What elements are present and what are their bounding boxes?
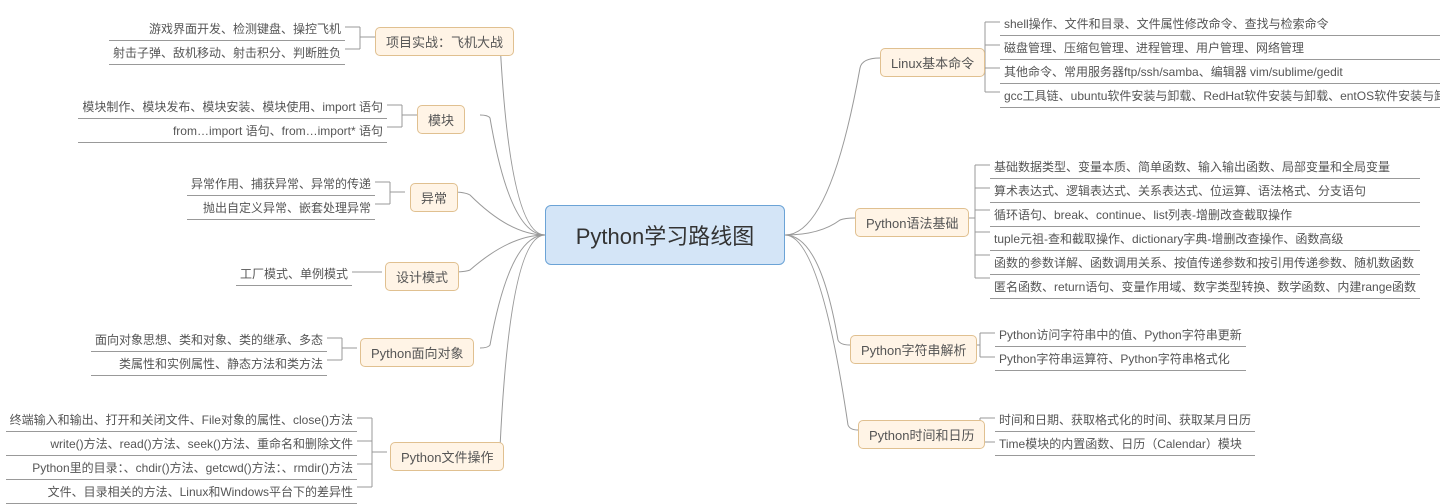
leaf-item[interactable]: 面向对象思想、类和对象、类的继承、多态: [91, 328, 327, 352]
branch-syntax[interactable]: Python语法基础: [855, 208, 969, 237]
branch-label: 设计模式: [396, 270, 448, 285]
leaf-item[interactable]: 异常作用、捕获异常、异常的传递: [187, 172, 375, 196]
leaves-project: 游戏界面开发、检测键盘、操控飞机 射击子弹、敌机移动、射击积分、判断胜负: [109, 17, 345, 65]
branch-label: Linux基本命令: [891, 56, 974, 71]
branch-label: Python时间和日历: [869, 428, 974, 443]
leaves-string: Python访问字符串中的值、Python字符串更新 Python字符串运算符、…: [995, 323, 1246, 371]
leaf-item[interactable]: 类属性和实例属性、静态方法和类方法: [91, 352, 327, 376]
leaf-item[interactable]: Python访问字符串中的值、Python字符串更新: [995, 323, 1246, 347]
leaf-item[interactable]: 文件、目录相关的方法、Linux和Windows平台下的差异性: [6, 480, 357, 504]
branch-time[interactable]: Python时间和日历: [858, 420, 985, 449]
leaf-item[interactable]: Python里的目录：、chdir()方法、getcwd()方法：、rmdir(…: [6, 456, 357, 480]
leaves-exception: 异常作用、捕获异常、异常的传递 抛出自定义异常、嵌套处理异常: [187, 172, 375, 220]
leaf-item[interactable]: 磁盘管理、压缩包管理、进程管理、用户管理、网络管理: [1000, 36, 1440, 60]
leaf-item[interactable]: 匿名函数、return语句、变量作用域、数字类型转换、数学函数、内建range函…: [990, 275, 1420, 299]
center-label: Python学习路线图: [576, 219, 755, 251]
leaf-item[interactable]: 射击子弹、敌机移动、射击积分、判断胜负: [109, 41, 345, 65]
branch-label: Python语法基础: [866, 216, 958, 231]
branch-oop[interactable]: Python面向对象: [360, 338, 474, 367]
leaves-linux: shell操作、文件和目录、文件属性修改命令、查找与检索命令 磁盘管理、压缩包管…: [1000, 12, 1440, 108]
leaf-item[interactable]: 其他命令、常用服务器ftp/ssh/samba、编辑器 vim/sublime/…: [1000, 60, 1440, 84]
leaf-item[interactable]: tuple元祖-查和截取操作、dictionary字典-增删改查操作、函数高级: [990, 227, 1420, 251]
leaf-item[interactable]: 基础数据类型、变量本质、简单函数、输入输出函数、局部变量和全局变量: [990, 155, 1420, 179]
branch-project[interactable]: 项目实战：飞机大战: [375, 27, 514, 56]
branch-label: 异常: [421, 191, 447, 206]
leaf-item[interactable]: 时间和日期、获取格式化的时间、获取某月日历: [995, 408, 1255, 432]
branch-module[interactable]: 模块: [417, 105, 465, 134]
leaf-item[interactable]: 函数的参数详解、函数调用关系、按值传递参数和按引用传递参数、随机数函数: [990, 251, 1420, 275]
leaf-item[interactable]: 抛出自定义异常、嵌套处理异常: [187, 196, 375, 220]
leaf-item[interactable]: shell操作、文件和目录、文件属性修改命令、查找与检索命令: [1000, 12, 1440, 36]
leaves-design: 工厂模式、单例模式: [236, 262, 352, 286]
leaves-module: 模块制作、模块发布、模块安装、模块使用、import 语句 from…impor…: [78, 95, 387, 143]
leaf-item[interactable]: write()方法、read()方法、seek()方法、重命名和删除文件: [6, 432, 357, 456]
leaves-time: 时间和日期、获取格式化的时间、获取某月日历 Time模块的内置函数、日历（Cal…: [995, 408, 1255, 456]
branch-label: Python面向对象: [371, 346, 463, 361]
branch-label: 模块: [428, 113, 454, 128]
leaf-item[interactable]: gcc工具链、ubuntu软件安装与卸载、RedHat软件安装与卸载、entOS…: [1000, 84, 1440, 108]
leaf-item[interactable]: from…import 语句、from…import* 语句: [78, 119, 387, 143]
leaves-syntax: 基础数据类型、变量本质、简单函数、输入输出函数、局部变量和全局变量 算术表达式、…: [990, 155, 1420, 299]
center-node[interactable]: Python学习路线图: [545, 205, 785, 265]
leaf-item[interactable]: Time模块的内置函数、日历（Calendar）模块: [995, 432, 1255, 456]
leaf-item[interactable]: 循环语句、break、continue、list列表-增删改查截取操作: [990, 203, 1420, 227]
leaf-item[interactable]: 游戏界面开发、检测键盘、操控飞机: [109, 17, 345, 41]
leaf-item[interactable]: 终端输入和输出、打开和关闭文件、File对象的属性、close()方法: [6, 408, 357, 432]
branch-label: 项目实战：飞机大战: [386, 35, 503, 50]
branch-exception[interactable]: 异常: [410, 183, 458, 212]
leaves-file: 终端输入和输出、打开和关闭文件、File对象的属性、close()方法 writ…: [6, 408, 357, 504]
leaf-item[interactable]: 工厂模式、单例模式: [236, 262, 352, 286]
branch-design[interactable]: 设计模式: [385, 262, 459, 291]
leaf-item[interactable]: Python字符串运算符、Python字符串格式化: [995, 347, 1246, 371]
branch-file[interactable]: Python文件操作: [390, 442, 504, 471]
branch-label: Python字符串解析: [861, 343, 966, 358]
leaf-item[interactable]: 算术表达式、逻辑表达式、关系表达式、位运算、语法格式、分支语句: [990, 179, 1420, 203]
leaves-oop: 面向对象思想、类和对象、类的继承、多态 类属性和实例属性、静态方法和类方法: [91, 328, 327, 376]
branch-label: Python文件操作: [401, 450, 493, 465]
leaf-item[interactable]: 模块制作、模块发布、模块安装、模块使用、import 语句: [78, 95, 387, 119]
branch-string[interactable]: Python字符串解析: [850, 335, 977, 364]
branch-linux[interactable]: Linux基本命令: [880, 48, 985, 77]
